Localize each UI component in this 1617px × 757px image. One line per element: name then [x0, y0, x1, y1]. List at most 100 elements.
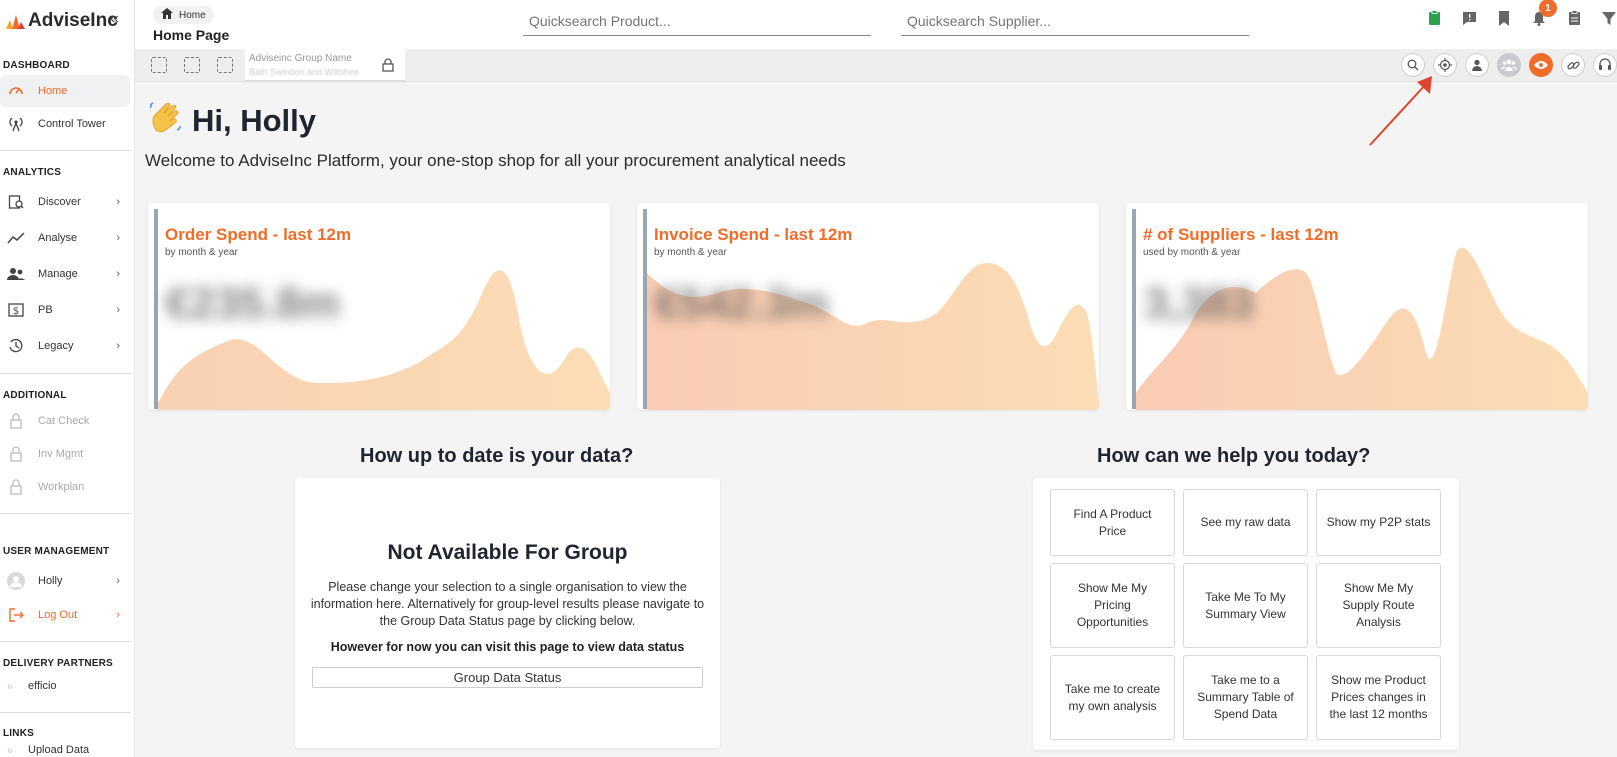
sidebar-item-control-tower[interactable]: Control Tower — [0, 108, 134, 140]
person-icon[interactable] — [1465, 53, 1489, 77]
sidebar-item-label: Log Out — [38, 609, 78, 621]
sidebar-item-label: Inv Mgmt — [38, 448, 84, 460]
card-subtitle: used by month & year — [1143, 247, 1241, 258]
section-dashboard: DASHBOARD — [3, 60, 70, 71]
sidebar-item-upload-data[interactable]: ○ Upload Data — [0, 740, 134, 757]
group-selector[interactable]: Adviseinc Group Name Bath Swindon and Wi… — [245, 49, 405, 82]
top-bar: Home Home Page 1 — [135, 0, 1617, 49]
collapse-sidebar-icon[interactable]: « — [110, 10, 119, 28]
chevron-right-icon: › — [116, 609, 120, 621]
sidebar-divider — [0, 641, 131, 642]
sidebar-item-inv-mgmt[interactable]: Inv Mgmt — [0, 438, 134, 470]
sidebar-item-analyse[interactable]: Analyse › — [0, 222, 134, 254]
brand-logo[interactable]: AdviseInc — [4, 10, 118, 32]
card-value-blurred: €542.3m — [655, 279, 829, 328]
data-status-card: Not Available For Group Please change yo… — [295, 478, 720, 748]
page-title: Home Page — [153, 27, 230, 43]
search-supplier-input[interactable] — [901, 6, 1249, 36]
adviseinc-logo-icon — [4, 12, 26, 30]
link-icon[interactable] — [1561, 53, 1585, 77]
lock-icon — [6, 479, 26, 495]
sidebar-item-user[interactable]: Holly › — [0, 565, 134, 597]
help-button-summary-table[interactable]: Take me to a Summary Table of Spend Data — [1183, 655, 1308, 740]
lock-icon — [6, 413, 26, 429]
price-tag-icon: $ — [6, 303, 26, 317]
sidebar-item-label: PB — [38, 304, 53, 316]
sidebar-item-cat-check[interactable]: Cat Check — [0, 405, 134, 437]
sidebar-item-label: Cat Check — [38, 415, 90, 427]
kpi-card-order-spend[interactable]: Order Spend - last 12m by month & year €… — [148, 203, 610, 410]
waving-hand-icon — [148, 100, 182, 142]
chevron-right-icon: › — [116, 268, 120, 280]
group-icon[interactable] — [1497, 53, 1521, 77]
help-button-raw-data[interactable]: See my raw data — [1183, 489, 1308, 556]
sidebar-item-partner[interactable]: ○ efficio — [0, 670, 134, 702]
breadcrumb-label: Home — [179, 9, 206, 21]
group-selector-label: Adviseinc Group Name — [249, 53, 352, 64]
group-selector-value: Bath Swindon and Wiltshire — [249, 67, 360, 77]
card-title: # of Suppliers - last 12m — [1143, 225, 1339, 244]
sidebar-item-legacy[interactable]: Legacy › — [0, 330, 134, 362]
filter-icon[interactable] — [1601, 10, 1617, 26]
app-root: AdviseInc « DASHBOARD Home Control Tower… — [0, 0, 1617, 757]
sidebar-item-home[interactable]: Home — [0, 75, 130, 107]
section-delivery-partners: DELIVERY PARTNERS — [3, 658, 113, 669]
brand-name: AdviseInc — [28, 10, 118, 31]
sidebar-item-label: Legacy — [38, 340, 74, 352]
help-heading: How can we help you today? — [1097, 445, 1371, 467]
feedback-icon[interactable] — [1461, 10, 1477, 26]
section-links: LINKS — [3, 728, 34, 739]
sidebar: AdviseInc « DASHBOARD Home Control Tower… — [0, 0, 135, 757]
notification-bell-icon[interactable]: 1 — [1531, 0, 1557, 26]
clipboard-green-icon[interactable] — [1426, 10, 1442, 26]
eye-icon[interactable] — [1529, 53, 1553, 77]
card-value-blurred: €235.8m — [166, 279, 340, 328]
avatar — [6, 572, 26, 590]
section-analytics: ANALYTICS — [3, 167, 62, 178]
help-button-own-analysis[interactable]: Take me to create my own analysis — [1050, 655, 1175, 740]
not-available-body: Please change your selection to a single… — [310, 580, 705, 628]
speedometer-icon — [6, 83, 26, 99]
help-button-price-changes[interactable]: Show me Product Prices changes in the la… — [1316, 655, 1441, 740]
antenna-icon — [6, 116, 26, 132]
sidebar-divider — [0, 513, 131, 514]
annotation-arrow — [1369, 76, 1432, 146]
help-button-supply-route-analysis[interactable]: Show Me My Supply Route Analysis — [1316, 563, 1441, 648]
history-icon — [6, 338, 26, 354]
sidebar-item-workplan[interactable]: Workplan — [0, 471, 134, 503]
users-icon — [6, 267, 26, 281]
clipboard-icon[interactable] — [1566, 10, 1582, 26]
chevron-right-icon: › — [116, 340, 120, 352]
logout-icon — [6, 607, 26, 623]
group-data-status-button[interactable]: Group Data Status — [312, 667, 703, 688]
kpi-card-suppliers[interactable]: # of Suppliers - last 12m used by month … — [1126, 203, 1588, 410]
sidebar-divider — [0, 373, 131, 374]
help-button-summary-view[interactable]: Take Me To My Summary View — [1183, 563, 1308, 648]
section-additional: ADDITIONAL — [3, 390, 67, 401]
help-button-find-product-price[interactable]: Find A Product Price — [1050, 489, 1175, 556]
top-icons: 1 — [1426, 0, 1617, 26]
sidebar-item-manage[interactable]: Manage › — [0, 258, 134, 290]
home-icon — [161, 8, 173, 22]
sidebar-item-logout[interactable]: Log Out › — [0, 599, 134, 631]
lock-icon[interactable] — [382, 58, 394, 75]
search-product-input[interactable] — [523, 6, 871, 36]
sidebar-item-pb[interactable]: $ PB › — [0, 294, 134, 326]
help-button-pricing-opportunities[interactable]: Show Me My Pricing Opportunities — [1050, 563, 1175, 648]
help-button-p2p-stats[interactable]: Show my P2P stats — [1316, 489, 1441, 556]
bookmark-icon[interactable] — [1496, 10, 1512, 26]
kpi-card-invoice-spend[interactable]: Invoice Spend - last 12m by month & year… — [637, 203, 1099, 410]
welcome-message: Welcome to AdviseInc Platform, your one-… — [145, 151, 846, 170]
card-title: Order Spend - last 12m — [165, 225, 352, 244]
sidebar-item-label: Workplan — [38, 481, 85, 493]
select-area-icon[interactable] — [151, 57, 167, 73]
sidebar-item-discover[interactable]: Discover › — [0, 186, 134, 218]
sidebar-divider — [0, 150, 131, 151]
sidebar-divider — [0, 712, 131, 713]
clear-selection-icon[interactable] — [217, 57, 233, 73]
sidebar-item-label: Upload Data — [28, 744, 90, 756]
data-status-heading: How up to date is your data? — [360, 445, 634, 467]
headset-icon[interactable] — [1593, 53, 1617, 77]
breadcrumb[interactable]: Home — [153, 6, 214, 24]
share-selection-icon[interactable] — [184, 57, 200, 73]
